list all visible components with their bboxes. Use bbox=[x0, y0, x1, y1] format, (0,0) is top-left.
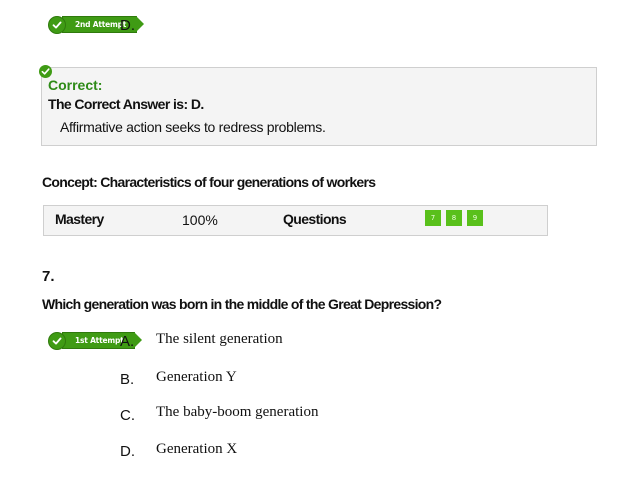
feedback-explanation: Affirmative action seeks to redress prob… bbox=[60, 119, 326, 135]
selected-option-letter: D. bbox=[120, 17, 135, 34]
option-letter-c: C. bbox=[120, 407, 135, 424]
correct-answer-line: The Correct Answer is: D. bbox=[48, 96, 204, 112]
option-text-a: The silent generation bbox=[156, 331, 283, 347]
mastery-label: Mastery bbox=[55, 211, 104, 227]
feedback-status: Correct: bbox=[48, 77, 103, 93]
checkmark-icon bbox=[39, 65, 52, 78]
question-number: 7. bbox=[42, 268, 55, 285]
question-link[interactable]: 7 bbox=[425, 210, 441, 226]
option-text-d: Generation X bbox=[156, 441, 238, 457]
checkmark-icon bbox=[48, 15, 66, 34]
mastery-value: 100% bbox=[182, 212, 218, 228]
checkmark-icon bbox=[48, 331, 66, 350]
questions-label: Questions bbox=[283, 211, 347, 227]
question-link[interactable]: 9 bbox=[467, 210, 483, 226]
question-link[interactable]: 8 bbox=[446, 210, 462, 226]
question-text: Which generation was born in the middle … bbox=[42, 296, 442, 312]
option-letter-b: B. bbox=[120, 371, 135, 388]
option-letter-a: A. bbox=[120, 333, 135, 350]
concept-title: Concept: Characteristics of four generat… bbox=[42, 174, 376, 190]
option-text-c: The baby-boom generation bbox=[156, 404, 319, 420]
option-text-b: Generation Y bbox=[156, 369, 237, 385]
option-letter-d: D. bbox=[120, 443, 135, 460]
